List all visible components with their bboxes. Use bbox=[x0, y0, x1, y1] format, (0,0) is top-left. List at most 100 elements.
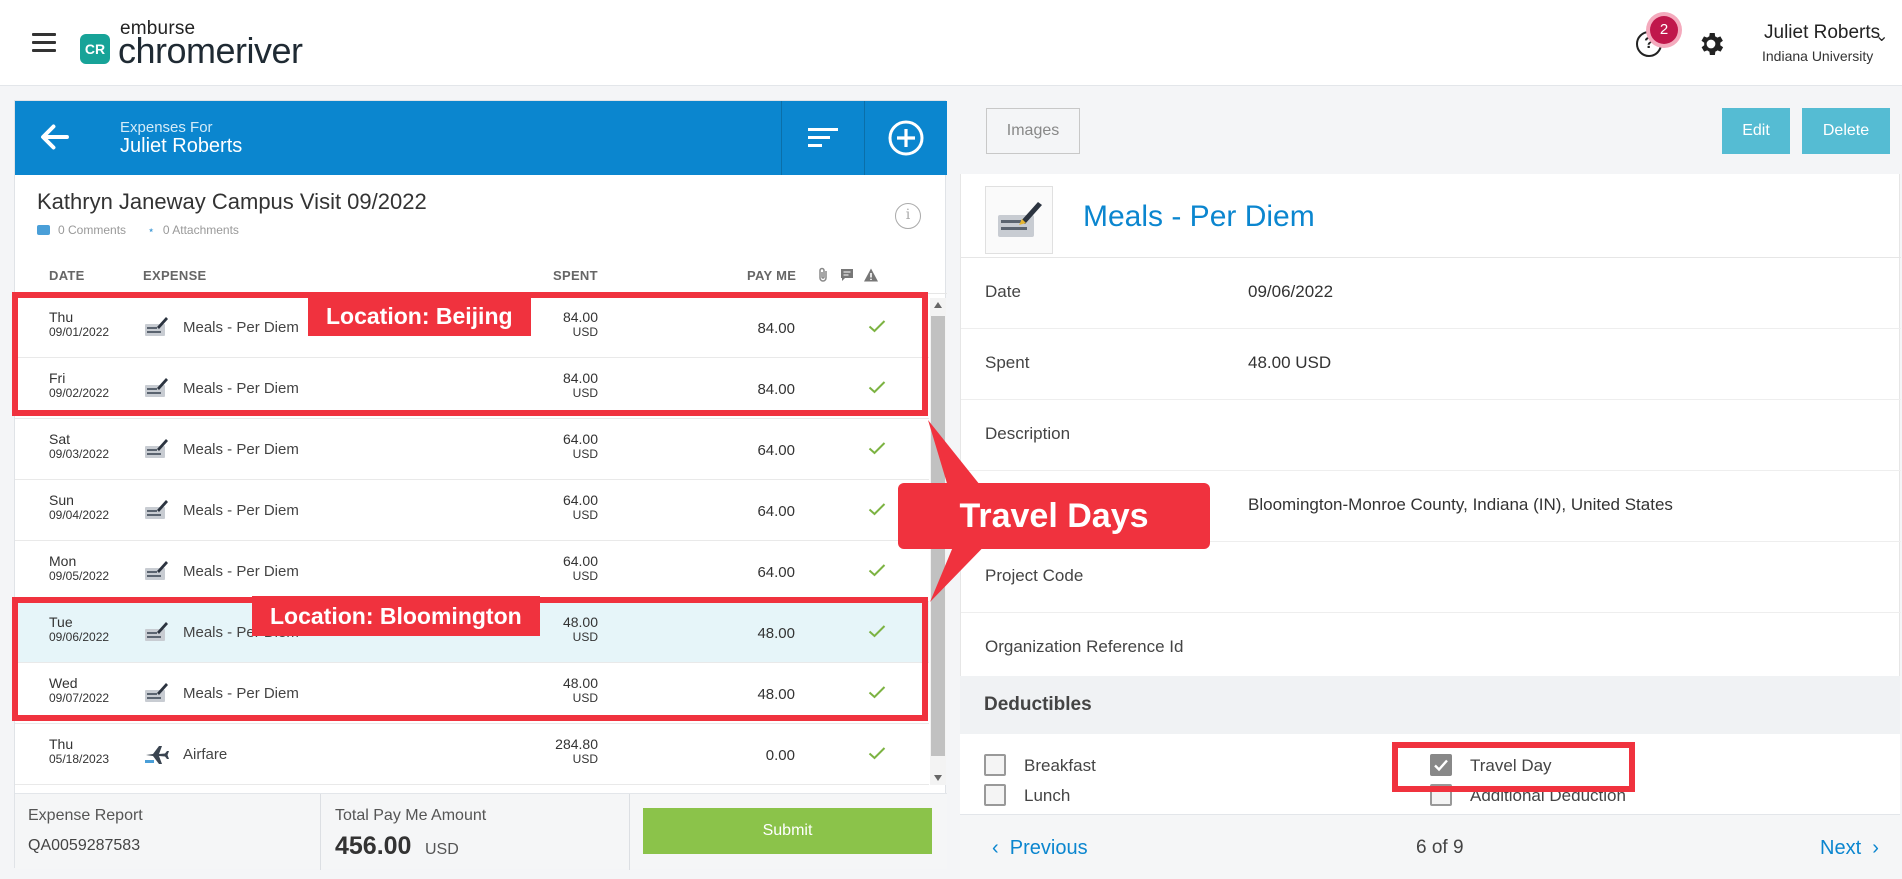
column-header-expense[interactable]: EXPENSE bbox=[143, 268, 207, 283]
row-date: 09/02/2022 bbox=[49, 386, 110, 400]
hamburger-menu-icon[interactable] bbox=[32, 33, 56, 53]
table-row[interactable]: Sun 09/04/2022 Meals - Per Diem 64.00 USD… bbox=[15, 480, 929, 541]
report-footer: Expense Report QA0059287583 Total Pay Me… bbox=[15, 793, 947, 870]
add-expense-icon[interactable] bbox=[887, 119, 925, 157]
airfare-icon bbox=[145, 746, 169, 764]
row-spent: 84.00 USD bbox=[562, 309, 598, 340]
comments-link[interactable]: 0 Comments bbox=[58, 223, 126, 237]
help-button[interactable]: ? 2 bbox=[1636, 16, 1678, 59]
row-day: Tue bbox=[49, 614, 73, 630]
back-arrow-icon[interactable] bbox=[37, 119, 73, 155]
check-icon bbox=[868, 442, 886, 455]
scroll-down-icon[interactable] bbox=[934, 775, 942, 781]
info-icon[interactable]: i bbox=[895, 203, 921, 229]
check-icon bbox=[1434, 759, 1448, 772]
checkbox-box[interactable] bbox=[1430, 784, 1452, 806]
meals-icon bbox=[145, 561, 168, 580]
row-day: Thu bbox=[49, 736, 74, 752]
column-header-spent[interactable]: SPENT bbox=[553, 268, 598, 283]
header-subtitle: Expenses For bbox=[120, 119, 213, 136]
header-divider bbox=[864, 101, 865, 175]
edit-button[interactable]: Edit bbox=[1722, 108, 1790, 154]
previous-button[interactable]: ‹ Previous bbox=[992, 837, 1088, 860]
report-header: Expenses For Juliet Roberts bbox=[15, 101, 947, 175]
submit-button[interactable]: Submit bbox=[643, 808, 932, 854]
table-row[interactable]: Wed 09/07/2022 Meals - Per Diem 48.00 USD… bbox=[15, 663, 929, 724]
scroll-up-icon[interactable] bbox=[934, 302, 942, 308]
field-project-code: Project Code bbox=[961, 542, 1901, 613]
report-title: Kathryn Janeway Campus Visit 09/2022 bbox=[37, 189, 427, 214]
expense-table: Thu 09/01/2022 Meals - Per Diem 84.00 USD… bbox=[15, 297, 929, 785]
check-icon bbox=[868, 381, 886, 394]
user-organization: Indiana University bbox=[1762, 48, 1874, 64]
meals-icon bbox=[145, 500, 168, 519]
row-date: 09/05/2022 bbox=[49, 569, 110, 583]
images-button[interactable]: Images bbox=[986, 108, 1080, 154]
report-id: QA0059287583 bbox=[28, 837, 141, 854]
column-header-date[interactable]: DATE bbox=[49, 268, 85, 283]
meals-icon bbox=[145, 683, 168, 702]
chevron-left-icon: ‹ bbox=[992, 837, 1010, 859]
field-value: Bloomington-Monroe County, Indiana (IN),… bbox=[1248, 495, 1673, 514]
checkbox-box[interactable] bbox=[1430, 754, 1452, 776]
row-day: Mon bbox=[49, 553, 77, 569]
expense-report-panel: Expenses For Juliet Roberts Kathryn Jane… bbox=[14, 100, 947, 870]
gear-icon[interactable] bbox=[1696, 29, 1726, 59]
checkbox-box[interactable] bbox=[984, 784, 1006, 806]
field-label: Spent bbox=[985, 353, 1030, 372]
row-spent: 64.00 USD bbox=[562, 492, 598, 523]
row-expense-type: Meals - Per Diem bbox=[183, 563, 299, 580]
check-icon bbox=[868, 625, 886, 638]
check-icon bbox=[868, 503, 886, 516]
meals-icon bbox=[145, 378, 168, 397]
check-icon bbox=[868, 686, 886, 699]
meals-icon bbox=[145, 439, 168, 458]
table-row[interactable]: Mon 09/05/2022 Meals - Per Diem 64.00 USD… bbox=[15, 541, 929, 602]
field-value: 48.00 USD bbox=[1248, 353, 1332, 372]
report-id-label: Expense Report bbox=[28, 807, 143, 824]
row-pay-me: 84.00 bbox=[757, 381, 795, 398]
table-row[interactable]: Sat 09/03/2022 Meals - Per Diem 64.00 USD… bbox=[15, 419, 929, 480]
table-row[interactable]: Thu 05/18/2023 Airfare 284.80 USD 0.00 bbox=[15, 724, 929, 785]
chevron-down-icon[interactable]: ⌄ bbox=[1875, 26, 1888, 46]
column-header-pay-me[interactable]: PAY ME bbox=[747, 268, 796, 283]
total-amount: 456.00 bbox=[335, 832, 412, 860]
annotation-label-bloomington: Location: Bloomington bbox=[252, 596, 540, 636]
row-date: 09/06/2022 bbox=[49, 630, 110, 644]
row-date: 05/18/2023 bbox=[49, 752, 110, 766]
field-date: Date 09/06/2022 bbox=[961, 258, 1901, 329]
footer-divider bbox=[629, 794, 630, 870]
field-value: 09/06/2022 bbox=[1248, 282, 1334, 301]
checkbox-label: Lunch bbox=[1024, 786, 1071, 805]
page-indicator: 6 of 9 bbox=[1416, 837, 1464, 858]
meals-icon bbox=[998, 202, 1042, 237]
deductibles-header: Deductibles bbox=[960, 676, 1900, 734]
expense-type-icon-box bbox=[985, 186, 1053, 254]
attachments-link[interactable]: 0 Attachments bbox=[163, 223, 239, 237]
row-pay-me: 48.00 bbox=[757, 686, 795, 703]
row-spent: 84.00 USD bbox=[562, 370, 598, 401]
detail-pagination: ‹ Previous 6 of 9 Next › bbox=[960, 814, 1900, 879]
field-label: Description bbox=[985, 424, 1071, 443]
table-row[interactable]: Fri 09/02/2022 Meals - Per Diem 84.00 USD… bbox=[15, 358, 929, 419]
row-day: Thu bbox=[49, 309, 74, 325]
check-icon bbox=[868, 320, 886, 333]
field-organization-reference-id: Organization Reference Id bbox=[961, 613, 1901, 684]
checkbox-label: Additional Deduction bbox=[1470, 786, 1626, 805]
row-pay-me: 64.00 bbox=[757, 442, 795, 459]
row-date: 09/01/2022 bbox=[49, 325, 110, 339]
logo-product: chromeriver bbox=[118, 30, 303, 71]
sort-icon[interactable] bbox=[807, 123, 839, 153]
row-expense-type: Meals - Per Diem bbox=[183, 380, 299, 397]
notification-badge: 2 bbox=[1650, 16, 1678, 44]
attachment-column-icon bbox=[819, 267, 827, 282]
delete-button[interactable]: Delete bbox=[1802, 108, 1890, 154]
user-menu[interactable]: Juliet Roberts bbox=[1764, 22, 1880, 44]
meals-icon bbox=[145, 317, 168, 336]
total-currency: USD bbox=[425, 841, 459, 858]
checkbox-box[interactable] bbox=[984, 754, 1006, 776]
row-spent: 284.80 USD bbox=[555, 736, 598, 767]
checkbox-label: Travel Day bbox=[1470, 756, 1552, 775]
next-button[interactable]: Next › bbox=[1820, 837, 1879, 860]
row-pay-me: 64.00 bbox=[757, 503, 795, 520]
